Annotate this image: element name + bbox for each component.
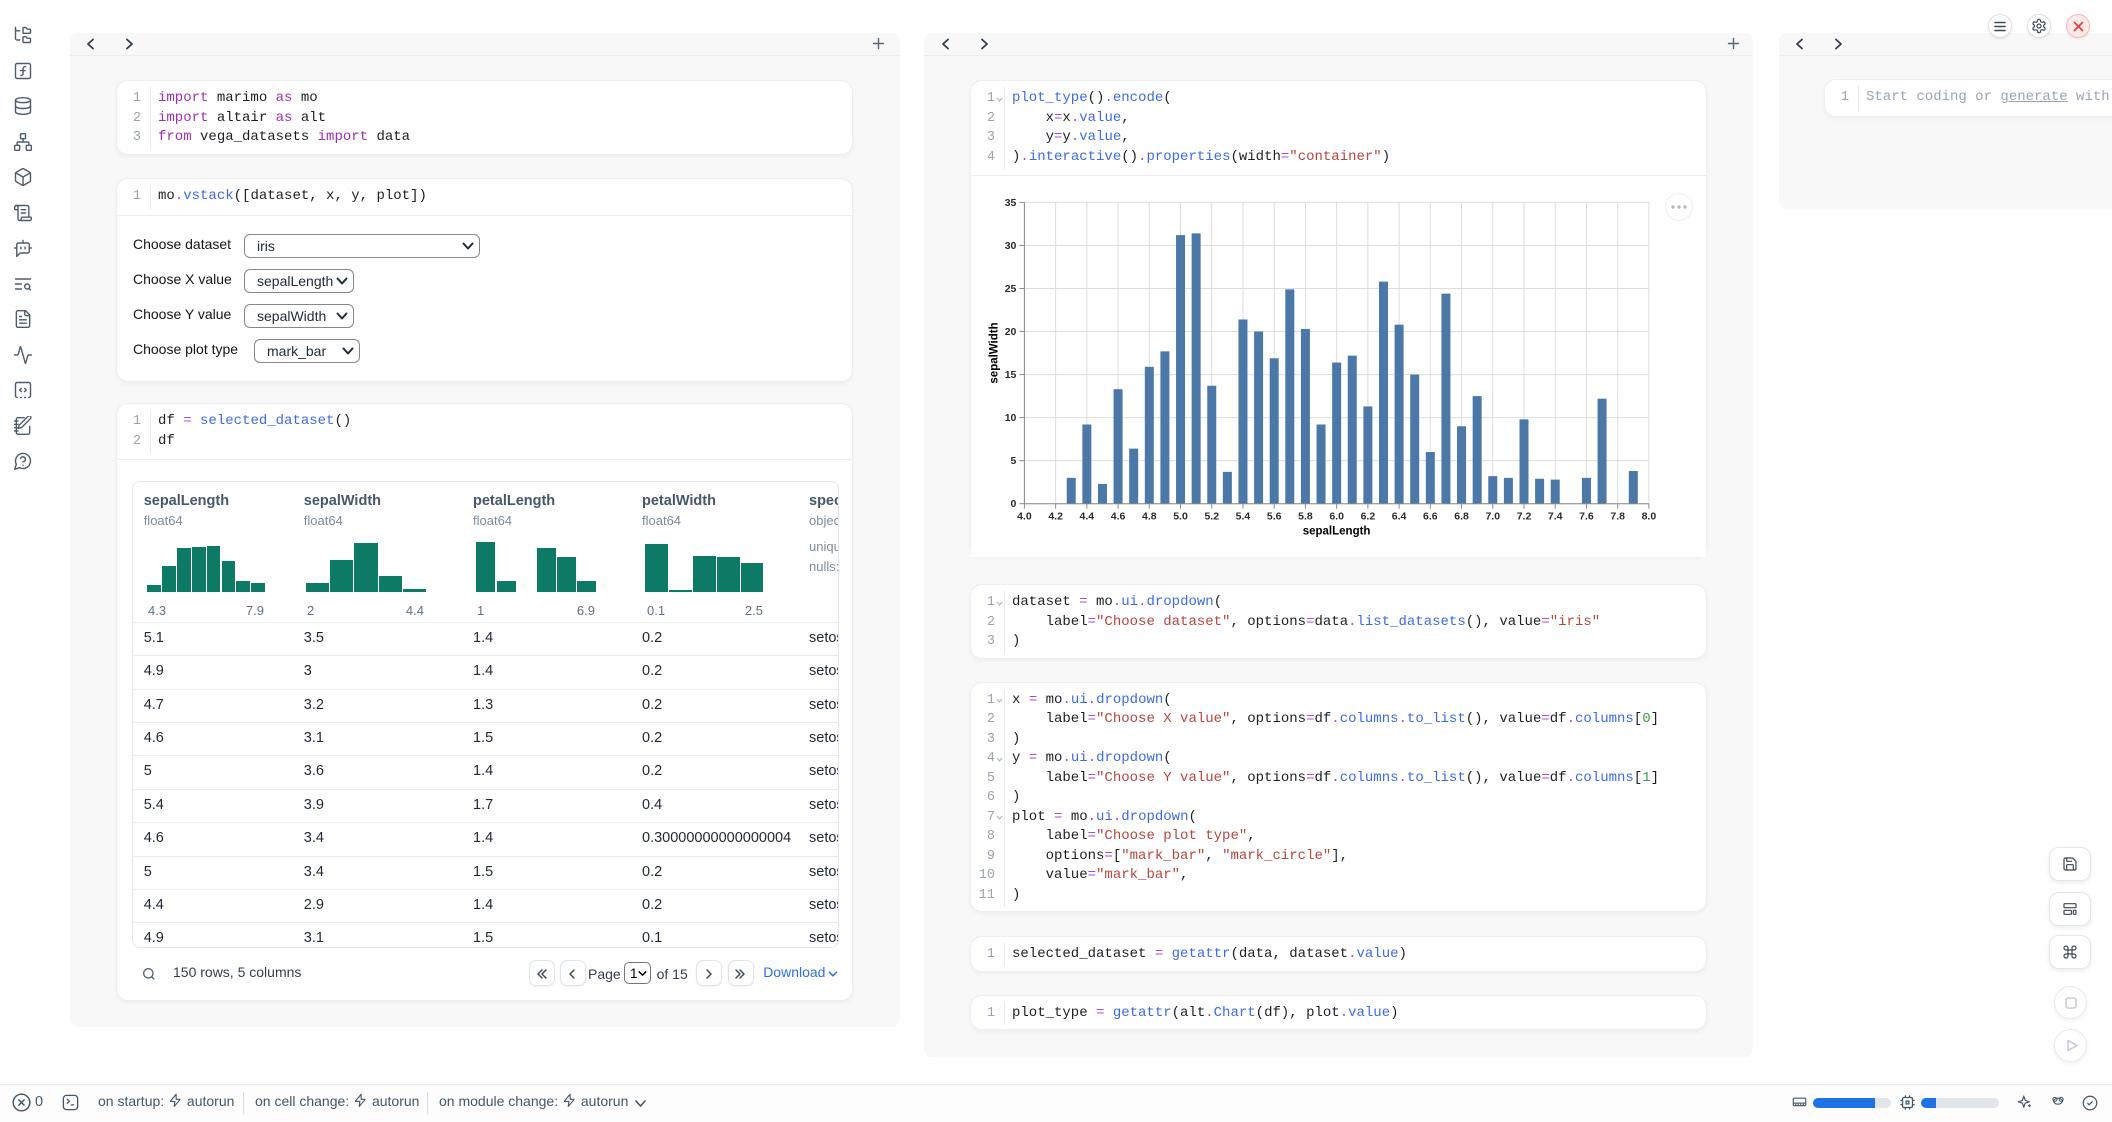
- svg-text:7.2: 7.2: [1517, 511, 1532, 523]
- svg-text:6.8: 6.8: [1454, 511, 1469, 523]
- svg-text:8.0: 8.0: [1642, 511, 1657, 523]
- svg-text:4.8: 4.8: [1142, 511, 1157, 523]
- svg-text:10: 10: [1005, 412, 1017, 424]
- svg-text:15: 15: [1005, 369, 1017, 381]
- svg-text:4.0: 4.0: [1017, 511, 1032, 523]
- svg-text:sepalLength: sepalLength: [1303, 526, 1371, 538]
- svg-text:0: 0: [1011, 498, 1017, 510]
- svg-text:20: 20: [1005, 326, 1017, 338]
- svg-text:25: 25: [1005, 283, 1017, 295]
- svg-text:5: 5: [1011, 455, 1017, 467]
- svg-text:5.8: 5.8: [1298, 511, 1313, 523]
- svg-text:7.4: 7.4: [1548, 511, 1563, 523]
- svg-text:30: 30: [1005, 240, 1017, 252]
- svg-text:sepalWidth: sepalWidth: [988, 322, 1000, 383]
- svg-text:7.0: 7.0: [1485, 511, 1500, 523]
- svg-text:6.6: 6.6: [1423, 511, 1438, 523]
- svg-text:6.0: 6.0: [1329, 511, 1344, 523]
- svg-text:5.6: 5.6: [1267, 511, 1282, 523]
- svg-text:5.4: 5.4: [1236, 511, 1251, 523]
- svg-text:4.6: 4.6: [1111, 511, 1126, 523]
- svg-text:7.8: 7.8: [1610, 511, 1625, 523]
- svg-text:35: 35: [1005, 197, 1017, 209]
- svg-text:6.2: 6.2: [1361, 511, 1376, 523]
- svg-text:4.2: 4.2: [1048, 511, 1063, 523]
- svg-text:6.4: 6.4: [1392, 511, 1407, 523]
- svg-text:7.6: 7.6: [1579, 511, 1594, 523]
- svg-text:4.4: 4.4: [1080, 511, 1095, 523]
- svg-text:5.2: 5.2: [1204, 511, 1219, 523]
- svg-text:5.0: 5.0: [1173, 511, 1188, 523]
